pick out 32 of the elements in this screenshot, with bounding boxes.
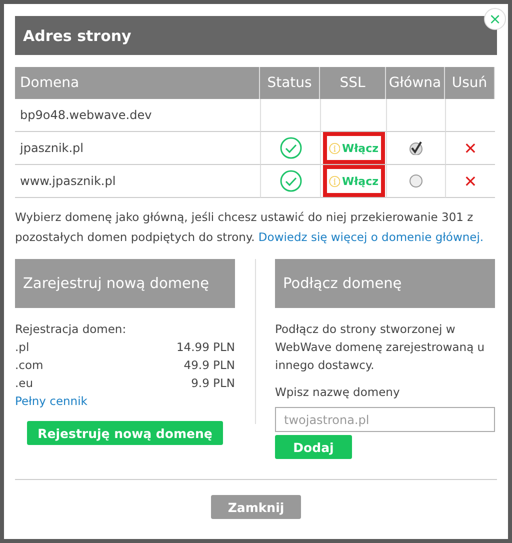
register-button[interactable]: Rejestruję nową domenę [27,421,223,445]
price-text: 14.99 PLN [176,339,235,356]
column-header: Główna [386,67,445,99]
tld-text: .eu [15,375,34,392]
delete-button[interactable]: ✕ [464,172,478,190]
note-text: Wybierz domenę jako główną, jeśli chcesz ustawić do niej przekierowanie 301 z pozostałych domen podpiętych do strony. Dowiedz się więcej o domenie głównej. [15,209,485,246]
section-header: Zarejestruj nową domenę [15,259,235,308]
price-text: 49.9 PLN [184,357,235,374]
section-header: Podłącz domenę [275,259,495,308]
ssl-enable-button[interactable]: Włącz [322,132,384,164]
domain-cell: www.jpasznik.pl [15,165,260,198]
domain-input[interactable]: twojastrona.pl [275,407,495,432]
tld-text: .com [15,357,44,374]
checkbox-checked-icon[interactable] [409,141,423,155]
column-header: SSL [320,67,386,99]
column-header: Domena [15,67,260,99]
ssl-enable-button[interactable]: Włącz [322,165,384,197]
domain-cell: bp9o48.webwave.dev [15,99,260,132]
add-button[interactable]: Dodaj [275,435,352,459]
close-dialog-button[interactable]: Zamknij [211,495,301,519]
learn-more-link[interactable]: Dowiedz się więcej o domenie głównej. [258,230,484,244]
radio-button[interactable] [409,174,423,188]
domain-cell: jpasznik.pl [15,132,260,165]
price-text: 9.9 PLN [191,375,235,392]
column-header: Usuń [445,67,495,99]
subtitle-text: Rejestracja domen: [15,321,128,338]
tld-text: .pl [15,339,30,356]
price-list-link[interactable]: Pełny cennik [15,392,88,410]
column-header: Status [260,67,320,99]
description-text: Podłącz do strony stworzonej w WebWave domenę zarejestrowaną u innego dostawcy. [275,321,486,374]
field-label: Wpisz nazwę domeny [275,384,401,401]
delete-button[interactable]: ✕ [464,138,478,158]
